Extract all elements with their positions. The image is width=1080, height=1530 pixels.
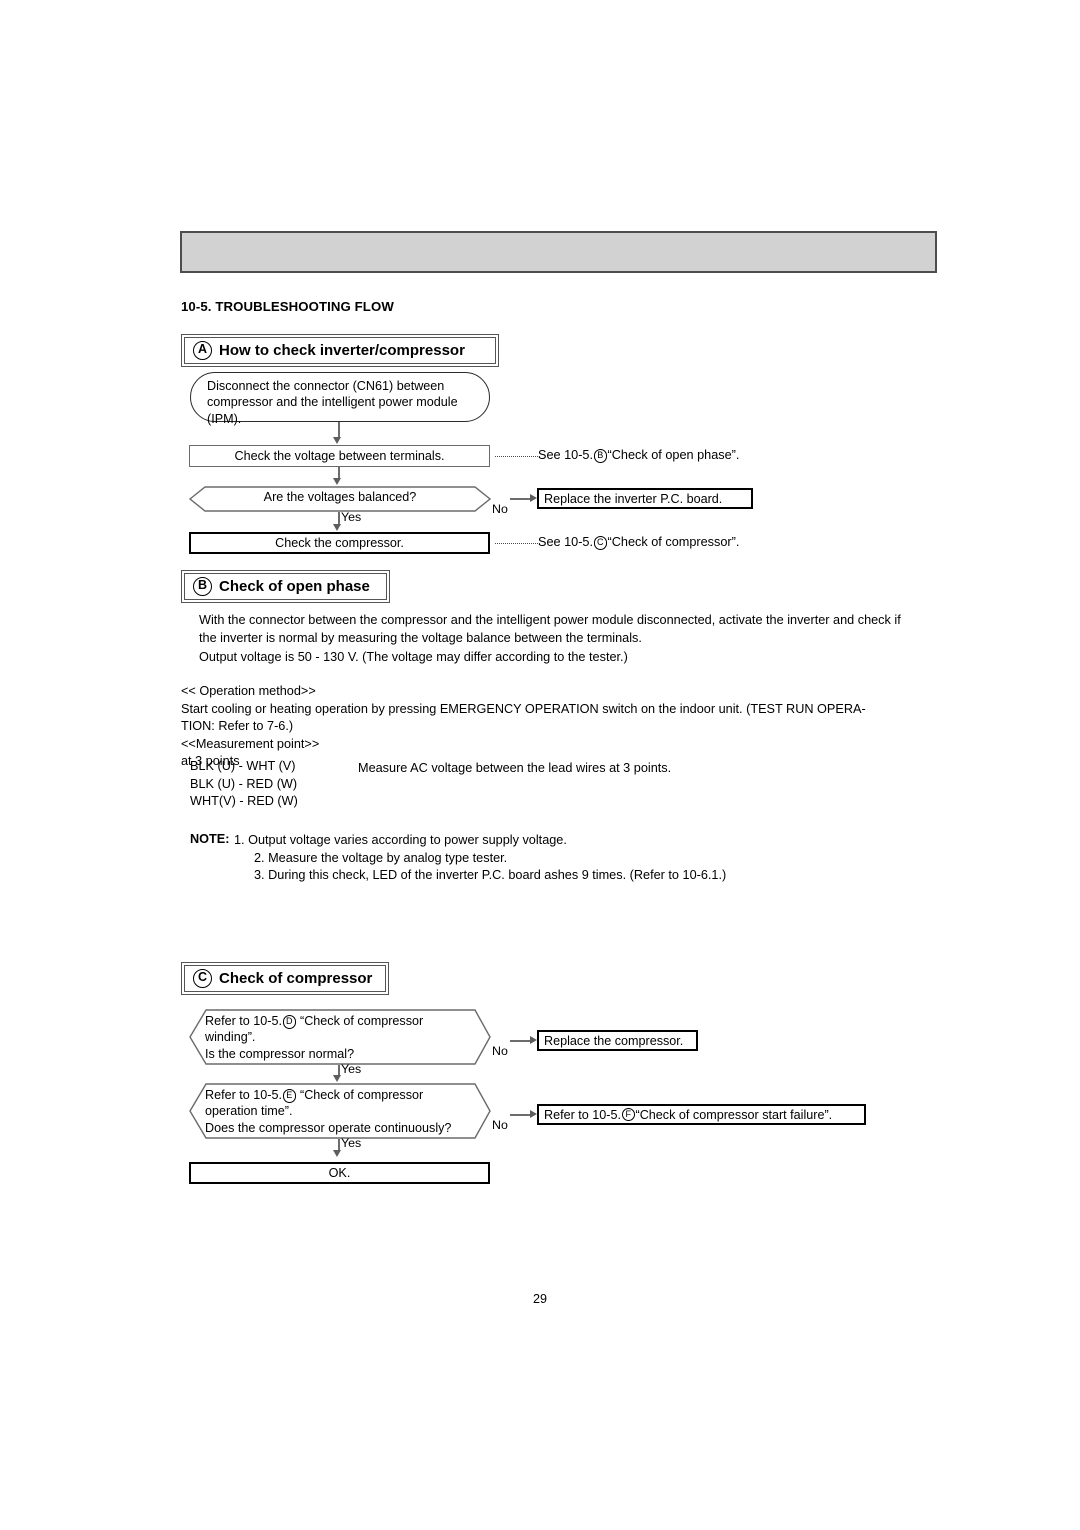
circled-letter-b: B <box>193 577 212 596</box>
reference-check-compressor: See 10-5. C “Check of compressor”. <box>538 535 740 550</box>
flow-node-replace-inverter-pcb: Replace the inverter P.C. board. <box>537 488 753 509</box>
branch-label-no: No <box>492 502 508 516</box>
circled-letter-e-ref: E <box>282 1089 297 1103</box>
flow-decision-compressor-winding: Refer to 10-5. D “Check of compressor win… <box>189 1009 491 1065</box>
section-a-title: How to check inverter/compressor <box>219 342 465 359</box>
branch-label-yes: Yes <box>341 510 362 524</box>
section-b-intro-text: With the connector between the compresso… <box>199 613 901 645</box>
flow-node-refer-compressor-start-failure: Refer to 10-5. F “Check of compressor sta… <box>537 1104 866 1125</box>
reference-open-phase: See 10-5. B “Check of open phase”. <box>538 448 740 463</box>
circled-letter-b-ref: B <box>593 449 608 463</box>
note-item: 2. Measure the voltage by analog type te… <box>254 850 508 865</box>
connector-arrow-head <box>530 1036 537 1045</box>
circled-letter-c: C <box>193 969 212 988</box>
section-b-output-voltage-text: Output voltage is 50 - 130 V. (The volta… <box>199 650 628 664</box>
flow-node-replace-compressor: Replace the compressor. <box>537 1030 698 1051</box>
flow-decision-voltages-balanced: Are the voltages balanced? <box>189 486 491 512</box>
note-list: 1. Output voltage varies according to po… <box>234 832 934 885</box>
leader-line <box>495 456 540 457</box>
page-number: 29 <box>532 1292 547 1306</box>
page-header-bar <box>180 231 937 273</box>
flow-decision-label: Are the voltages balanced? <box>263 490 417 504</box>
flow-node-ok: OK. <box>189 1162 490 1184</box>
connector-arrow-head <box>530 494 537 503</box>
connector-arrow-head <box>333 478 342 485</box>
connector-arrow-head <box>333 524 342 531</box>
connector-arrow <box>510 498 531 500</box>
section-heading-c: C Check of compressor <box>181 962 389 995</box>
section-b-measurement-note: Measure AC voltage between the lead wire… <box>358 761 672 775</box>
page-title: 10-5. TROUBLESHOOTING FLOW <box>181 299 394 314</box>
circled-letter-d-ref: D <box>282 1015 297 1029</box>
connector-arrow-head <box>530 1110 537 1119</box>
flow-decision-label: Refer to 10-5. D “Check of compressor win… <box>205 1014 424 1061</box>
circled-letter-a: A <box>193 341 212 360</box>
flow-node-check-voltage: Check the voltage between terminals. <box>189 445 490 467</box>
branch-label-yes: Yes <box>341 1136 362 1150</box>
connector-arrow-head <box>333 1150 342 1157</box>
section-c-title: Check of compressor <box>219 970 373 987</box>
note-item: 3. During this check, LED of the inverte… <box>254 868 727 883</box>
flow-decision-label: Refer to 10-5. E “Check of compressor ope… <box>205 1088 452 1135</box>
connector-arrow <box>510 1040 531 1042</box>
connector-arrow <box>510 1114 531 1116</box>
flow-node-check-compressor: Check the compressor. <box>189 532 490 554</box>
branch-label-no: No <box>492 1118 508 1132</box>
note-label: NOTE: <box>190 832 230 846</box>
section-b-title: Check of open phase <box>219 578 370 595</box>
section-heading-a: A How to check inverter/compressor <box>181 334 499 367</box>
circled-letter-c-ref: C <box>593 536 608 550</box>
section-heading-b: B Check of open phase <box>181 570 390 603</box>
note-item: 1. Output voltage varies according to po… <box>234 833 567 847</box>
flow-decision-compressor-operation-time: Refer to 10-5. E “Check of compressor ope… <box>189 1083 491 1139</box>
flow-node-disconnect-connector: Disconnect the connector (CN61) between … <box>190 372 490 426</box>
branch-label-yes: Yes <box>341 1062 362 1076</box>
branch-label-no: No <box>492 1044 508 1058</box>
connector-arrow-head <box>333 1075 342 1082</box>
leader-line <box>495 543 540 544</box>
circled-letter-f-ref: F <box>621 1107 636 1122</box>
connector-arrow-head <box>333 437 342 444</box>
